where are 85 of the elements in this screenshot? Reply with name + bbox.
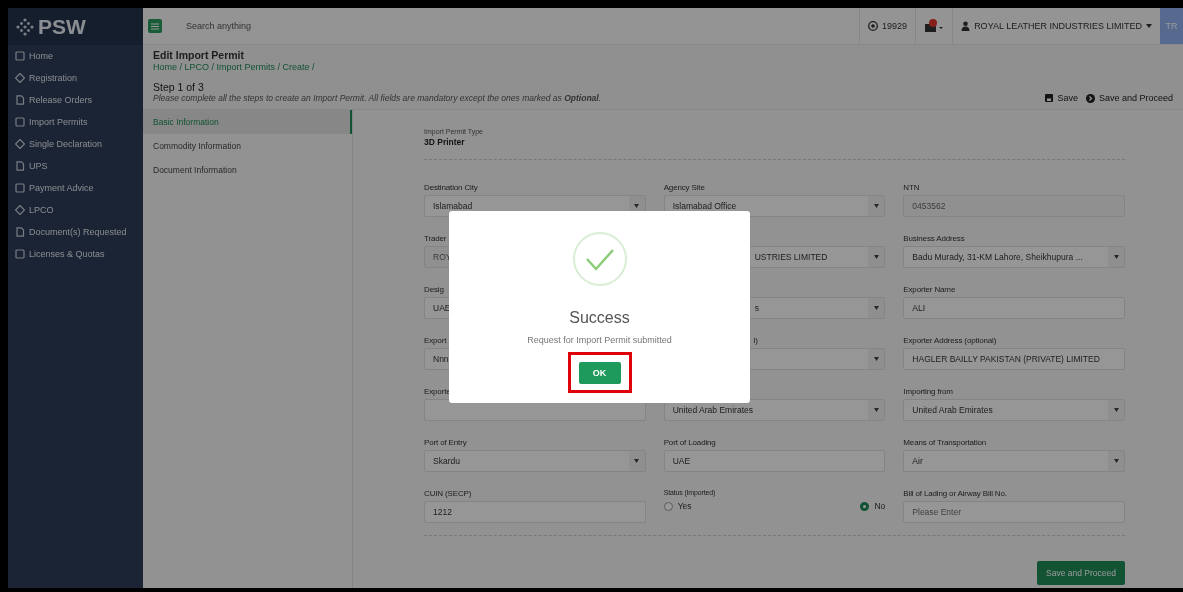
field-label: Exporter Address (optional) bbox=[903, 336, 997, 345]
checkmark-icon bbox=[571, 231, 628, 287]
menu-button[interactable] bbox=[148, 19, 162, 33]
step-tab[interactable]: Basic Information bbox=[143, 110, 352, 134]
sidebar-item[interactable]: Registration bbox=[8, 67, 143, 89]
radio-option[interactable]: No bbox=[860, 501, 886, 511]
input-field[interactable]: Please Enter bbox=[903, 501, 1125, 523]
field-label: Agency Site bbox=[663, 183, 705, 192]
dropdown-field[interactable]: United Arab Emirates bbox=[903, 399, 1125, 421]
dropdown-field[interactable]: United Arab Emirates bbox=[663, 399, 886, 421]
dialog-title: Success bbox=[569, 309, 630, 327]
menu-item-icon bbox=[15, 73, 25, 83]
sidebar-item[interactable]: Payment Advice bbox=[8, 177, 143, 199]
dropdown-field[interactable]: Badu Murady, 31-KM Lahore, Sheikhupura ... bbox=[903, 246, 1125, 268]
step-tab[interactable]: Document Information bbox=[143, 158, 352, 182]
sidebar-item[interactable]: Document(s) Requested bbox=[8, 221, 143, 243]
input-field[interactable]: ALI bbox=[903, 297, 1125, 319]
sidebar-item[interactable]: Import Permits bbox=[8, 111, 143, 133]
caret-icon bbox=[1113, 408, 1119, 412]
field-label: Bill of Lading or Airway Bill No. bbox=[903, 489, 1007, 498]
save-and-proceed-button[interactable]: Save and Proceed bbox=[1037, 561, 1125, 585]
step-title: Step 1 of 3 bbox=[153, 81, 204, 93]
field-label: Trader bbox=[424, 234, 447, 243]
caret-icon bbox=[634, 459, 640, 463]
menu-item-icon bbox=[15, 227, 25, 237]
caret-icon bbox=[1146, 24, 1152, 28]
caret-icon bbox=[1113, 255, 1119, 259]
radio-button[interactable] bbox=[663, 501, 673, 511]
search-field[interactable]: Search anything bbox=[184, 20, 388, 32]
field-label: Business Address bbox=[903, 234, 965, 243]
field-label: Export bbox=[424, 336, 447, 345]
instructions-text: Please complete all the steps to create an Import Permit. All fields are mandatory except the ones marked as Optional. bbox=[153, 93, 602, 103]
radio-option[interactable]: Yes bbox=[663, 501, 692, 511]
menu-item-icon bbox=[15, 161, 25, 171]
sidebar-item[interactable]: UPS bbox=[8, 155, 143, 177]
mail-icon bbox=[924, 19, 945, 33]
menu-item-icon bbox=[15, 205, 25, 215]
dropdown-field[interactable]: Air bbox=[903, 450, 1125, 472]
sidebar-item[interactable]: Release Orders bbox=[8, 89, 143, 111]
arrow-circle-icon bbox=[1085, 93, 1095, 103]
dialog-message: Request for Import Permit submitted bbox=[527, 335, 672, 345]
input-field[interactable]: HAGLER BAILLY PAKISTAN (PRIVATE) LIMITED bbox=[903, 348, 1125, 370]
points-count: 19929 bbox=[882, 21, 908, 31]
radio-button[interactable] bbox=[860, 501, 870, 511]
field-label: Exporter Name bbox=[903, 285, 956, 294]
caret-icon bbox=[873, 204, 879, 208]
caret-icon bbox=[634, 204, 640, 208]
caret-icon bbox=[873, 306, 879, 310]
field-label: CUIN (SECP) bbox=[424, 489, 472, 498]
breadcrumb[interactable]: Home / LPCO / Import Permits / Create / bbox=[153, 62, 1173, 72]
field-label: NTN bbox=[903, 183, 920, 192]
menu-item-icon bbox=[15, 249, 25, 259]
caret-icon bbox=[873, 408, 879, 412]
sidebar-item[interactable]: Single Declaration bbox=[8, 133, 143, 155]
field-label: Means of Transportation bbox=[903, 438, 987, 447]
save-icon bbox=[1045, 94, 1054, 102]
page-title: Edit Import Permit bbox=[153, 49, 245, 61]
caret-icon bbox=[873, 357, 879, 361]
ok-button[interactable]: OK bbox=[578, 362, 621, 384]
toolbar-button[interactable]: Save bbox=[1045, 93, 1078, 103]
step-tab[interactable]: Commodity Information bbox=[143, 134, 352, 158]
menu-item-icon bbox=[15, 139, 25, 149]
user-icon bbox=[961, 21, 971, 31]
menu-item-icon bbox=[15, 51, 25, 61]
toolbar-button[interactable]: Save and Proceed bbox=[1085, 93, 1173, 103]
menu-icon bbox=[151, 22, 159, 30]
field-label: Destination City bbox=[424, 183, 478, 192]
field-label: Port of Loading bbox=[663, 438, 716, 447]
caret-icon bbox=[873, 255, 879, 259]
permit-type-value: 3D Printer bbox=[424, 137, 466, 147]
menu-item-icon bbox=[15, 117, 25, 127]
caret-icon bbox=[1113, 459, 1119, 463]
sidebar-item[interactable]: Home bbox=[8, 45, 143, 67]
menu-item-icon bbox=[15, 95, 25, 105]
field-label: Desig bbox=[424, 285, 444, 294]
input-field[interactable]: 1212 bbox=[424, 501, 646, 523]
input-field[interactable]: UAE bbox=[663, 450, 886, 472]
field-label: Importing from bbox=[903, 387, 953, 396]
menu-item-icon bbox=[15, 183, 25, 193]
sidebar-item[interactable]: Licenses & Quotas bbox=[8, 243, 143, 265]
sidebar-item[interactable]: LPCO bbox=[8, 199, 143, 221]
diamond-dots-icon bbox=[16, 17, 34, 36]
dropdown-field[interactable]: Skardu bbox=[424, 450, 646, 472]
field-label: Port of Entry bbox=[424, 438, 467, 447]
coin-icon bbox=[868, 21, 879, 31]
